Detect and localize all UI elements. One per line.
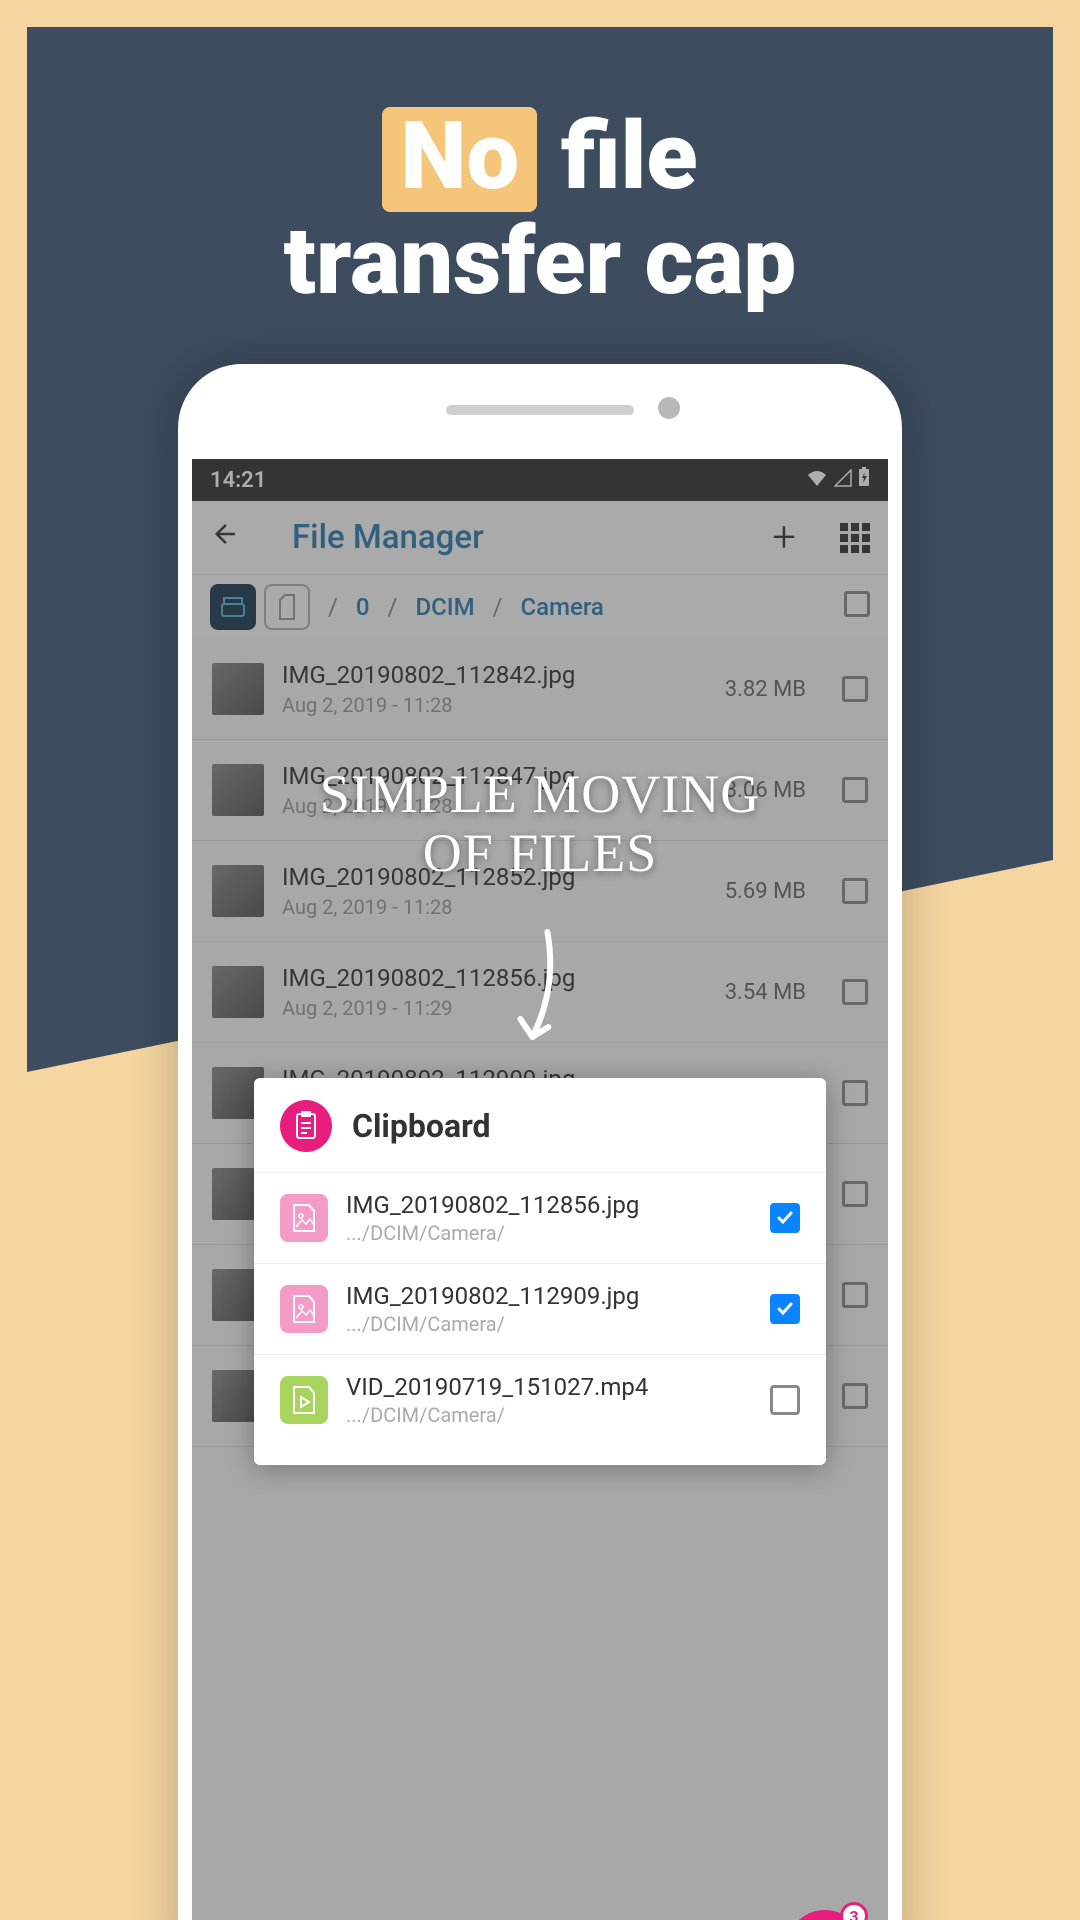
clipboard-file-name: IMG_20190802_112856.jpg [346, 1191, 752, 1219]
file-name: IMG_20190802_112852.jpg [282, 863, 707, 891]
clipboard-checkbox-checked[interactable] [770, 1203, 800, 1233]
file-checkbox[interactable] [842, 1080, 868, 1106]
grid-view-button[interactable] [840, 523, 870, 553]
wifi-icon [806, 468, 828, 493]
promo-headline: No file transfer cap [27, 107, 1053, 310]
file-name: IMG_20190802_112856.jpg [282, 964, 707, 992]
file-type-icon [280, 1194, 328, 1242]
file-checkbox[interactable] [842, 1282, 868, 1308]
phone-frame: 14:21 File Manager [178, 364, 902, 1920]
signal-icon [834, 468, 852, 493]
headline-word: file [561, 101, 698, 211]
clipboard-checkbox[interactable] [770, 1385, 800, 1415]
fab-badge: 3 [840, 1902, 868, 1920]
clipboard-icon [280, 1100, 332, 1152]
file-meta: Aug 2, 2019 - 11:28 [282, 693, 707, 717]
file-thumbnail [212, 764, 264, 816]
clipboard-item[interactable]: IMG_20190802_112856.jpg.../DCIM/Camera/ [254, 1173, 826, 1264]
breadcrumb-camera[interactable]: Camera [520, 593, 603, 621]
back-button[interactable] [210, 518, 250, 558]
file-row[interactable]: IMG_20190802_112847.jpg Aug 2, 2019 - 11:… [192, 740, 888, 841]
battery-icon [858, 467, 870, 493]
clipboard-item[interactable]: VID_20190719_151027.mp4.../DCIM/Camera/ [254, 1355, 826, 1445]
clipboard-file-name: IMG_20190802_112909.jpg [346, 1282, 752, 1310]
file-checkbox[interactable] [842, 676, 868, 702]
file-meta: Aug 2, 2019 - 11:28 [282, 794, 707, 818]
file-size: 3.06 MB [725, 778, 806, 803]
file-name: IMG_20190802_112847.jpg [282, 762, 707, 790]
file-checkbox[interactable] [842, 777, 868, 803]
file-thumbnail [212, 663, 264, 715]
file-size: 3.54 MB [725, 980, 806, 1005]
file-row[interactable]: IMG_20190802_112856.jpg Aug 2, 2019 - 11:… [192, 942, 888, 1043]
file-row[interactable]: IMG_20190802_112852.jpg Aug 2, 2019 - 11:… [192, 841, 888, 942]
status-time: 14:21 [210, 468, 266, 493]
file-meta: Aug 2, 2019 - 11:28 [282, 895, 707, 919]
file-type-icon [280, 1376, 328, 1424]
breadcrumb-dcim[interactable]: DCIM [415, 593, 474, 621]
clipboard-panel: Clipboard IMG_20190802_112856.jpg.../DCI… [254, 1078, 826, 1465]
file-meta: Aug 2, 2019 - 11:29 [282, 996, 707, 1020]
clipboard-file-path: .../DCIM/Camera/ [346, 1221, 752, 1245]
headline-line2: transfer cap [284, 206, 797, 316]
clipboard-title: Clipboard [352, 1107, 491, 1145]
clipboard-file-path: .../DCIM/Camera/ [346, 1403, 752, 1427]
internal-storage-icon[interactable] [210, 584, 256, 630]
file-name: IMG_20190802_112842.jpg [282, 661, 707, 689]
app-bar: File Manager + [192, 501, 888, 575]
paste-fab[interactable]: 3 [786, 1910, 864, 1920]
file-thumbnail [212, 966, 264, 1018]
sd-card-icon[interactable] [264, 584, 310, 630]
add-button[interactable]: + [772, 513, 796, 562]
breadcrumb-separator: / [388, 593, 398, 621]
file-checkbox[interactable] [842, 1181, 868, 1207]
select-all-checkbox[interactable] [844, 591, 870, 623]
headline-highlight: No [382, 107, 537, 212]
file-size: 5.69 MB [725, 879, 806, 904]
breadcrumb-bar: / 0 / DCIM / Camera [192, 575, 888, 639]
clipboard-checkbox-checked[interactable] [770, 1294, 800, 1324]
breadcrumb-separator: / [328, 593, 338, 621]
status-bar: 14:21 [192, 459, 888, 501]
file-row[interactable]: IMG_20190802_112842.jpg Aug 2, 2019 - 11:… [192, 639, 888, 740]
file-type-icon [280, 1285, 328, 1333]
clipboard-file-path: .../DCIM/Camera/ [346, 1312, 752, 1336]
file-checkbox[interactable] [842, 878, 868, 904]
file-checkbox[interactable] [842, 1383, 868, 1409]
file-thumbnail [212, 865, 264, 917]
app-title: File Manager [292, 518, 484, 557]
file-size: 3.82 MB [725, 677, 806, 702]
phone-speaker [446, 405, 634, 415]
clipboard-file-name: VID_20190719_151027.mp4 [346, 1373, 752, 1401]
breadcrumb-separator: / [493, 593, 503, 621]
breadcrumb-root[interactable]: 0 [356, 593, 370, 621]
phone-camera [658, 397, 680, 419]
file-checkbox[interactable] [842, 979, 868, 1005]
phone-screen: 14:21 File Manager [192, 459, 888, 1920]
clipboard-item[interactable]: IMG_20190802_112909.jpg.../DCIM/Camera/ [254, 1264, 826, 1355]
